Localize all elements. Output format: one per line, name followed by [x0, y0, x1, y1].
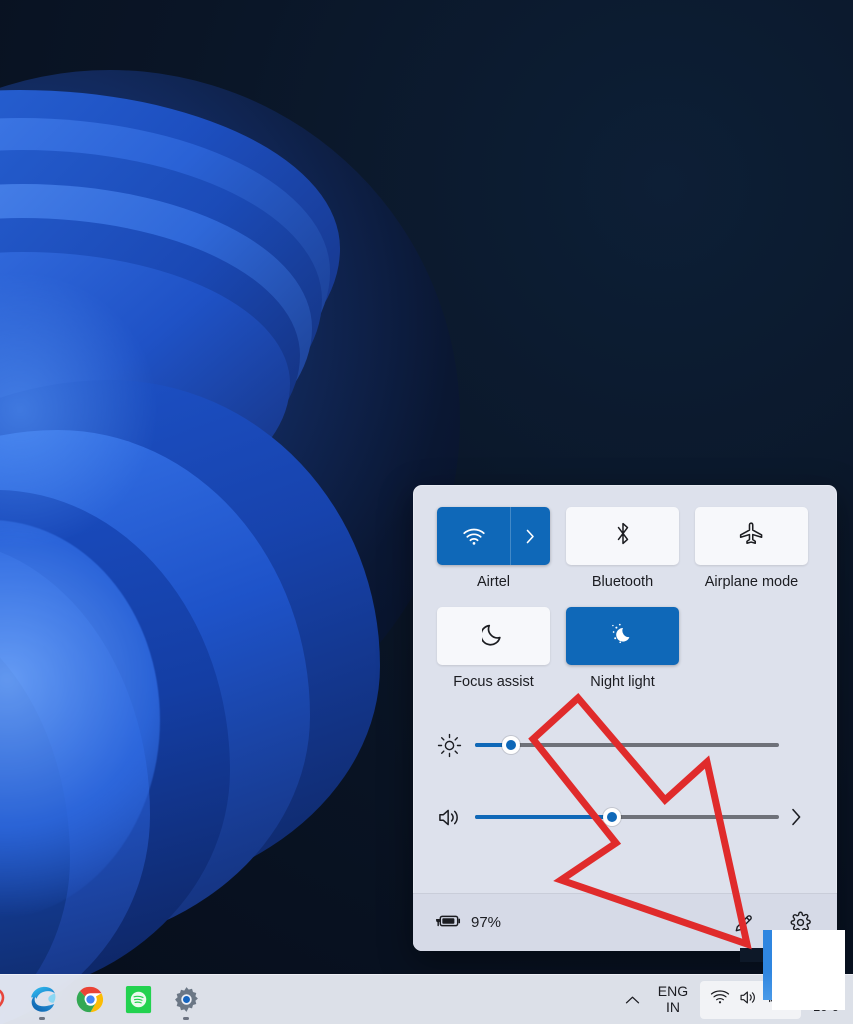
tile-bluetooth[interactable]	[566, 507, 679, 565]
tile-cell-airplane: Airplane mode	[695, 507, 808, 590]
sliders-section	[437, 724, 813, 838]
slider-row-volume	[437, 796, 813, 838]
tile-night-light[interactable]	[566, 607, 679, 665]
taskbar-app-edge[interactable]	[18, 976, 66, 1024]
taskbar-app-settings[interactable]	[162, 976, 210, 1024]
red-app-icon	[0, 988, 5, 1007]
volume-icon	[437, 806, 475, 829]
slider-row-brightness	[437, 724, 813, 766]
taskbar-app-red-app[interactable]	[0, 976, 18, 1024]
tile-label-airplane-mode: Airplane mode	[704, 574, 799, 590]
tile-focus-assist[interactable]	[437, 607, 550, 665]
battery-charging-icon	[435, 913, 462, 933]
taskbar[interactable]: ENG IN	[0, 974, 853, 1024]
tile-row-2: Focus assist Night light	[437, 607, 813, 690]
brightness-thumb[interactable]	[502, 736, 521, 754]
wifi-icon	[437, 507, 510, 565]
screenshot-artifact-white-box	[772, 930, 845, 1010]
volume-thumb[interactable]	[602, 808, 621, 826]
chevron-right-icon[interactable]	[510, 507, 550, 565]
language-primary: ENG	[657, 983, 689, 1000]
volume-fill	[475, 815, 612, 819]
tile-label-night-light: Night light	[590, 674, 655, 690]
brightness-icon	[437, 733, 475, 758]
taskbar-apps	[0, 976, 210, 1024]
quick-settings-body: Airtel Bluetooth Airplane mode Focus ass…	[413, 485, 837, 838]
battery-status[interactable]: 97%	[435, 913, 501, 933]
volume-slider[interactable]	[475, 808, 779, 826]
wifi-icon[interactable]	[710, 989, 730, 1010]
quick-settings-panel[interactable]: Airtel Bluetooth Airplane mode Focus ass…	[413, 485, 837, 951]
tile-label-focus-assist: Focus assist	[453, 674, 534, 690]
moon-icon	[479, 621, 506, 652]
running-indicator	[39, 1016, 45, 1020]
taskbar-app-chrome[interactable]	[66, 976, 114, 1024]
bluetooth-icon	[613, 520, 633, 552]
language-secondary: IN	[665, 998, 680, 1015]
tile-cell-bluetooth: Bluetooth	[566, 507, 679, 590]
night-light-icon	[609, 621, 637, 652]
tile-row-1: Airtel Bluetooth Airplane mode	[437, 507, 813, 590]
running-indicator	[183, 1016, 189, 1020]
language-indicator[interactable]: ENG IN	[650, 978, 696, 1022]
brightness-slider[interactable]	[475, 736, 779, 754]
edge-icon	[30, 986, 55, 1012]
gear-icon	[174, 987, 198, 1012]
chevron-right-icon[interactable]	[779, 808, 813, 826]
tile-cell-wifi: Airtel	[437, 507, 550, 590]
tile-wifi[interactable]	[437, 507, 550, 565]
chrome-icon	[76, 986, 103, 1013]
chevron-up-icon[interactable]	[616, 980, 650, 1020]
pencil-icon[interactable]	[729, 908, 759, 938]
volume-icon[interactable]	[739, 989, 758, 1011]
taskbar-app-spotify[interactable]	[114, 976, 162, 1024]
battery-percentage: 97%	[471, 914, 502, 931]
airplane-icon	[738, 521, 765, 551]
spotify-icon	[125, 985, 151, 1014]
tile-label-bluetooth: Bluetooth	[591, 574, 654, 590]
tile-cell-focus-assist: Focus assist	[437, 607, 550, 690]
tile-cell-night-light: Night light	[566, 607, 679, 690]
tile-airplane-mode[interactable]	[695, 507, 808, 565]
tile-label-wifi: Airtel	[476, 574, 511, 590]
